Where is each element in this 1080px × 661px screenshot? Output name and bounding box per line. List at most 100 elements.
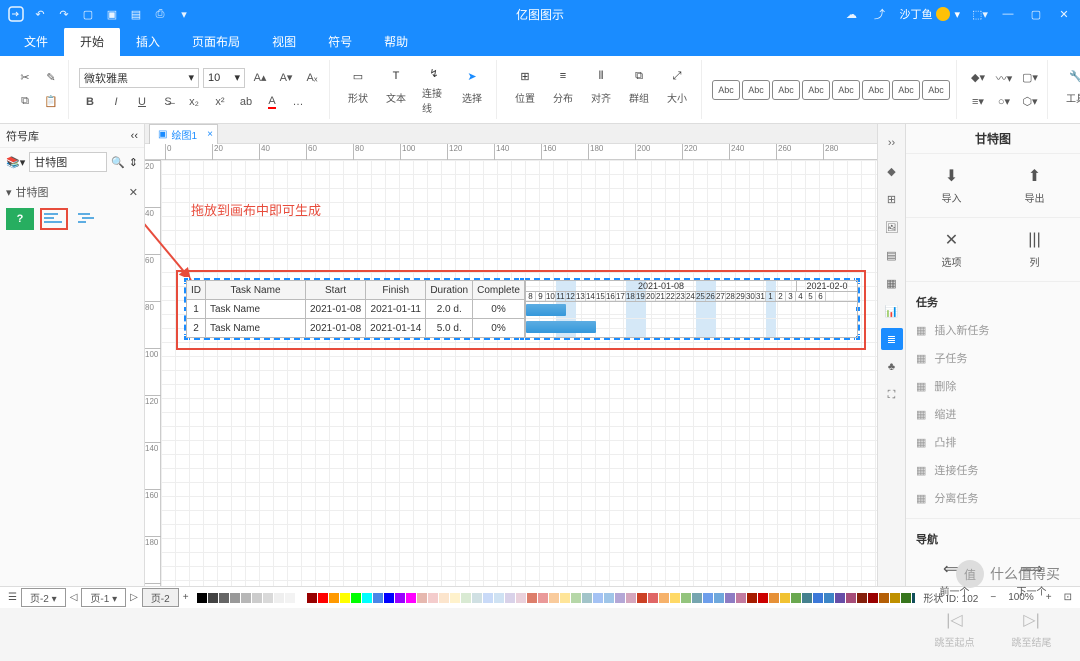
document-tab[interactable]: ▣ 绘图1 × [149, 124, 218, 144]
distribute-button[interactable]: ≡分布 [545, 60, 581, 119]
color-swatch[interactable] [582, 593, 592, 603]
tab-help[interactable]: 帮助 [368, 27, 424, 56]
app-logo-icon[interactable] [8, 6, 24, 22]
outdent-button[interactable]: ▦凸排 [916, 428, 1070, 456]
zoom-in-icon[interactable]: + [1046, 592, 1052, 603]
color-swatch[interactable] [384, 593, 394, 603]
size-button[interactable]: ⤢大小 [659, 60, 695, 119]
color-swatch[interactable] [373, 593, 383, 603]
open-icon[interactable]: ▣ [104, 6, 120, 22]
subtask-button[interactable]: ▦子任务 [916, 344, 1070, 372]
table-row[interactable]: 1 Task Name 2021-01-08 2021-01-11 2.0 d.… [187, 300, 525, 319]
color-swatch[interactable] [494, 593, 504, 603]
color-swatch[interactable] [483, 593, 493, 603]
effect-icon[interactable]: ⬡▾ [1019, 91, 1041, 113]
color-swatch[interactable] [538, 593, 548, 603]
color-swatch[interactable] [725, 593, 735, 603]
color-swatch[interactable] [769, 593, 779, 603]
color-swatch[interactable] [549, 593, 559, 603]
color-swatch[interactable] [296, 593, 306, 603]
color-swatch[interactable] [274, 593, 284, 603]
color-swatch[interactable] [428, 593, 438, 603]
select-button[interactable]: ➤选择 [454, 60, 490, 119]
color-swatch[interactable] [637, 593, 647, 603]
color-swatch[interactable] [681, 593, 691, 603]
color-swatch[interactable] [340, 593, 350, 603]
increase-font-icon[interactable]: A▴ [249, 67, 271, 89]
color-swatch[interactable] [197, 593, 207, 603]
color-swatch[interactable] [846, 593, 856, 603]
position-button[interactable]: ⊞位置 [507, 60, 543, 119]
text-button[interactable]: T文本 [378, 60, 414, 119]
connector-button[interactable]: ↯连接线 [416, 60, 452, 119]
font-color-icon[interactable]: A [261, 91, 283, 113]
color-swatch[interactable] [351, 593, 361, 603]
color-swatch[interactable] [219, 593, 229, 603]
add-page-icon[interactable]: + [183, 592, 189, 603]
style-preset[interactable]: Abc [742, 80, 770, 100]
color-swatch[interactable] [505, 593, 515, 603]
columns-button[interactable]: |||列 [1025, 230, 1045, 269]
color-swatch[interactable] [868, 593, 878, 603]
color-swatch[interactable] [307, 593, 317, 603]
color-swatch[interactable] [659, 593, 669, 603]
gantt-tool-icon[interactable]: ≣ [881, 328, 903, 350]
style-preset[interactable]: Abc [892, 80, 920, 100]
line-color-icon[interactable]: 〰▾ [993, 67, 1015, 89]
shape-button[interactable]: ▭形状 [340, 60, 376, 119]
insert-task-button[interactable]: ▦插入新任务 [916, 316, 1070, 344]
org-tool-icon[interactable]: ♣ [881, 356, 903, 378]
search-icon[interactable]: 🔍 [111, 156, 125, 169]
more-font-icon[interactable]: … [287, 91, 309, 113]
tab-symbol[interactable]: 符号 [312, 27, 368, 56]
jump-end-button[interactable]: ▷|跳至结尾 [1012, 610, 1052, 649]
color-swatch[interactable] [461, 593, 471, 603]
color-swatch[interactable] [692, 593, 702, 603]
options-button[interactable]: ✕选项 [942, 230, 962, 269]
expand-panel-icon[interactable]: ›› [881, 132, 903, 154]
color-swatch[interactable] [835, 593, 845, 603]
gantt-bar[interactable] [526, 304, 566, 316]
close-icon[interactable]: ✕ [1056, 6, 1072, 22]
style-preset[interactable]: Abc [922, 80, 950, 100]
color-swatch[interactable] [527, 593, 537, 603]
clear-format-icon[interactable]: Aₓ [301, 67, 323, 89]
color-swatch[interactable] [208, 593, 218, 603]
cloud-icon[interactable]: ☁ [843, 6, 859, 22]
tab-view[interactable]: 视图 [256, 27, 312, 56]
save-icon[interactable]: ▤ [128, 6, 144, 22]
page-prev-icon[interactable]: ◁ [70, 592, 78, 603]
print-icon[interactable]: ⎙ [152, 6, 168, 22]
strike-icon[interactable]: S̶ [157, 91, 179, 113]
color-swatch[interactable] [791, 593, 801, 603]
style-preset[interactable]: Abc [862, 80, 890, 100]
delete-task-button[interactable]: ▦删除 [916, 372, 1070, 400]
color-swatch[interactable] [450, 593, 460, 603]
style-preset[interactable]: Abc [712, 80, 740, 100]
group-button[interactable]: ⧉群组 [621, 60, 657, 119]
close-tab-icon[interactable]: × [207, 129, 213, 140]
color-swatch[interactable] [648, 593, 658, 603]
paste-icon[interactable]: 📋 [40, 91, 62, 113]
gantt-shape-chart[interactable] [40, 208, 68, 230]
color-swatch[interactable] [318, 593, 328, 603]
color-swatch[interactable] [813, 593, 823, 603]
copy-icon[interactable]: ⧉ [14, 91, 36, 113]
gantt-shape-alt[interactable] [74, 208, 102, 230]
page-indicator[interactable]: 页-2 ▾ [21, 588, 66, 607]
current-page-tab[interactable]: 页-2 [142, 588, 179, 607]
canvas[interactable]: 拖放到画布中即可生成 ID [161, 160, 877, 586]
bold-icon[interactable]: B [79, 91, 101, 113]
italic-icon[interactable]: I [105, 91, 127, 113]
style-preset[interactable]: Abc [802, 80, 830, 100]
format-painter-icon[interactable]: ✎ [40, 67, 62, 89]
highlight-icon[interactable]: ab [235, 91, 257, 113]
cut-icon[interactable]: ✂ [14, 67, 36, 89]
color-swatch[interactable] [736, 593, 746, 603]
gantt-bar[interactable] [526, 321, 596, 333]
export-button[interactable]: ⬆导出 [1025, 166, 1045, 205]
gantt-shape-help[interactable]: ? [6, 208, 34, 230]
gantt-task-table[interactable]: ID Task Name Start Finish Duration Compl… [186, 280, 525, 338]
layer-tool-icon[interactable]: ▤ [881, 244, 903, 266]
color-swatch[interactable] [615, 593, 625, 603]
